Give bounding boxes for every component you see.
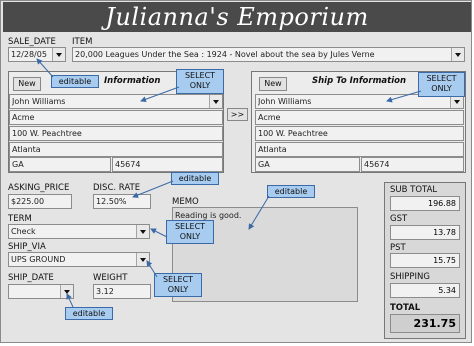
total-value: 231.75 bbox=[390, 314, 460, 333]
emporium-form: Julianna's Emporium SALE_DATE 12/28/05 I… bbox=[0, 0, 472, 343]
ship-via-select[interactable]: UPS GROUND bbox=[8, 252, 150, 267]
bill-to-customer: John Williams bbox=[12, 97, 66, 106]
arrow-term bbox=[150, 228, 168, 238]
callout-text-line1: SELECT bbox=[174, 222, 206, 231]
ship-to-zip[interactable]: 45674 bbox=[361, 157, 464, 172]
callout-text-line2: ONLY bbox=[431, 84, 452, 93]
gst-label: GST bbox=[390, 214, 408, 224]
callout-editable-memo: editable bbox=[267, 185, 315, 198]
callout-text-line1: SELECT bbox=[162, 275, 194, 284]
sale-date-select[interactable]: 12/28/05 bbox=[8, 47, 66, 62]
bill-to-customer-select[interactable]: John Williams bbox=[9, 94, 223, 109]
ship-to-title: Ship To Information bbox=[312, 76, 407, 86]
ship-via-label: SHIP_VIA bbox=[8, 242, 46, 252]
memo-label: MEMO bbox=[172, 197, 199, 207]
callout-text-line1: SELECT bbox=[426, 74, 457, 83]
term-value: Check bbox=[11, 227, 36, 236]
chevron-down-icon[interactable] bbox=[60, 285, 73, 298]
sale-date-label: SALE_DATE bbox=[8, 37, 56, 47]
bill-to-zip[interactable]: 45674 bbox=[112, 157, 223, 172]
bill-to-new-button[interactable]: New bbox=[13, 77, 41, 91]
bill-to-company[interactable]: Acme bbox=[9, 110, 223, 125]
bill-to-title: Information bbox=[104, 76, 161, 86]
callout-text-line1: SELECT bbox=[184, 71, 216, 80]
chevron-down-icon[interactable] bbox=[52, 48, 65, 61]
ship-date-select[interactable] bbox=[8, 284, 74, 299]
asking-price-field[interactable]: $225.00 bbox=[8, 194, 72, 209]
callout-text-line2: ONLY bbox=[179, 232, 201, 241]
pst-label: PST bbox=[390, 243, 406, 253]
term-select[interactable]: Check bbox=[8, 224, 150, 239]
chevron-down-icon[interactable] bbox=[451, 48, 464, 61]
gst-value: 13.78 bbox=[390, 225, 460, 240]
shipping-label: SHIPPING bbox=[390, 272, 430, 282]
callout-editable-disc-rate: editable bbox=[171, 172, 219, 185]
term-label: TERM bbox=[8, 214, 32, 224]
subtotal-label: SUB TOTAL bbox=[390, 185, 438, 195]
item-select[interactable]: 20,000 Leagues Under the Sea : 1924 - No… bbox=[72, 47, 465, 62]
ship-via-value: UPS GROUND bbox=[11, 255, 66, 264]
item-label: ITEM bbox=[72, 37, 93, 47]
callout-select-only-term: SELECT ONLY bbox=[166, 220, 214, 244]
bill-to-city[interactable]: Atlanta bbox=[9, 142, 223, 157]
item-value: 20,000 Leagues Under the Sea : 1924 - No… bbox=[75, 50, 375, 59]
ship-to-state[interactable]: GA bbox=[255, 157, 360, 172]
weight-label: WEIGHT bbox=[93, 273, 128, 283]
ship-to-city[interactable]: Atlanta bbox=[255, 142, 464, 157]
app-title: Julianna's Emporium bbox=[105, 3, 369, 31]
disc-rate-field[interactable]: 12.50% bbox=[93, 194, 151, 209]
chevron-down-icon[interactable] bbox=[136, 253, 149, 266]
copy-address-button[interactable]: >> bbox=[227, 108, 248, 121]
callout-select-only-ship-via: SELECT ONLY bbox=[154, 273, 202, 297]
ship-to-new-button[interactable]: New bbox=[259, 77, 287, 91]
bill-to-address[interactable]: 100 W. Peachtree bbox=[9, 126, 223, 141]
asking-price-label: ASKING_PRICE bbox=[8, 183, 70, 193]
shipping-value: 5.34 bbox=[390, 283, 460, 298]
pst-value: 15.75 bbox=[390, 253, 460, 268]
callout-text-line2: ONLY bbox=[167, 285, 189, 294]
sale-date-value: 12/28/05 bbox=[11, 50, 47, 59]
disc-rate-label: DISC. RATE bbox=[93, 183, 141, 193]
title-bar: Julianna's Emporium bbox=[3, 2, 471, 32]
callout-editable-sale-date: editable bbox=[51, 75, 99, 88]
ship-date-label: SHIP_DATE bbox=[8, 273, 54, 283]
total-label: TOTAL bbox=[390, 303, 421, 313]
bill-to-state[interactable]: GA bbox=[9, 157, 111, 172]
chevron-down-icon[interactable] bbox=[136, 225, 149, 238]
chevron-down-icon[interactable] bbox=[209, 95, 222, 108]
callout-select-only-bill-to: SELECT ONLY bbox=[176, 69, 224, 94]
ship-to-address[interactable]: 100 W. Peachtree bbox=[255, 126, 464, 141]
weight-field[interactable]: 3.12 bbox=[93, 284, 151, 299]
ship-to-company[interactable]: Acme bbox=[255, 110, 464, 125]
callout-editable-ship-date: editable bbox=[65, 307, 113, 320]
subtotal-value: 196.88 bbox=[390, 196, 460, 211]
callout-select-only-ship-to: SELECT ONLY bbox=[418, 72, 465, 97]
callout-text-line2: ONLY bbox=[189, 81, 211, 90]
